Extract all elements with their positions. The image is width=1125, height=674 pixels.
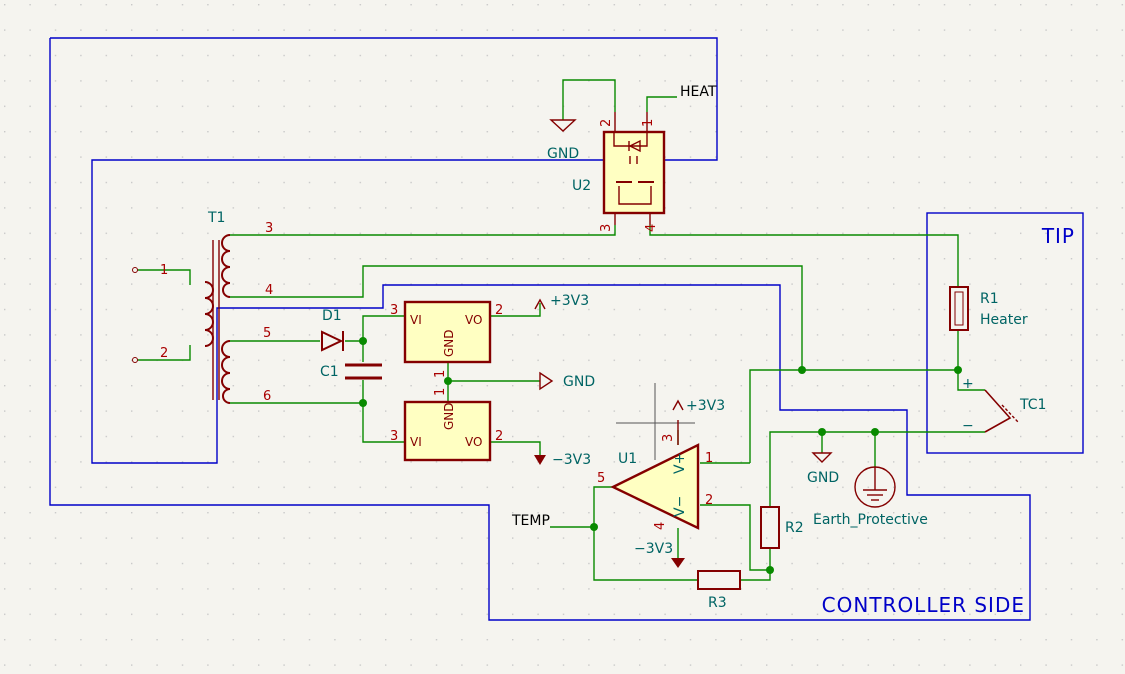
net-label-heat: HEAT <box>680 84 717 100</box>
u2-pin-4: 4 <box>644 224 659 232</box>
r1-value: Heater <box>980 312 1028 328</box>
gnd-label: GND <box>442 402 456 430</box>
u1-pin-3: 3 <box>661 434 676 442</box>
r2-ref: R2 <box>785 520 804 536</box>
c1-ref: C1 <box>320 364 339 380</box>
vi-label: VI <box>410 313 422 327</box>
net-label-temp: TEMP <box>511 513 550 529</box>
pin-vo: 2 <box>495 429 503 444</box>
r1-ref: R1 <box>980 291 999 307</box>
power-minus-3v3-u1: −3V3 <box>634 541 673 557</box>
u1-pin-5: 5 <box>597 471 605 486</box>
schematic-canvas[interactable]: TIP CONTROLLER SIDE T1 1 2 3 4 5 6 D1 C1… <box>0 0 1125 674</box>
gnd-label: GND <box>442 329 456 357</box>
power-label: Earth_Protective <box>813 512 928 528</box>
tc1-plus: + <box>962 376 974 392</box>
u1-pin-2: 2 <box>705 493 713 508</box>
u2-pin-3: 3 <box>599 224 614 232</box>
u1-ref: U1 <box>618 451 637 467</box>
pin-gnd: 1 <box>433 370 448 378</box>
pin-vo: 2 <box>495 303 503 318</box>
power-label: +3V3 <box>550 293 589 309</box>
power-label: −3V3 <box>552 452 591 468</box>
power-label: GND <box>547 146 579 162</box>
tc1-ref: TC1 <box>1019 397 1046 413</box>
u2-pin-1: 1 <box>641 119 656 127</box>
u1-pin-4: 4 <box>653 522 668 530</box>
t1-pin-2: 2 <box>160 346 168 361</box>
vo-label: VO <box>465 435 482 449</box>
t1-pin-6: 6 <box>263 389 271 404</box>
pin-gnd: 1 <box>433 388 448 396</box>
vplus-label: V+ <box>672 453 688 474</box>
pin-vi: 3 <box>390 303 398 318</box>
controller-side-label: CONTROLLER SIDE <box>822 593 1025 617</box>
u2-pin-2: 2 <box>599 119 614 127</box>
power-label: GND <box>807 470 839 486</box>
power-label: GND <box>563 374 595 390</box>
vo-label: VO <box>465 313 482 327</box>
t1-pin-5: 5 <box>263 326 271 341</box>
d1-ref: D1 <box>322 308 342 324</box>
r3-ref: R3 <box>708 595 727 611</box>
u2-ref: U2 <box>572 178 591 194</box>
t1-pin-4: 4 <box>265 283 273 298</box>
vi-label: VI <box>410 435 422 449</box>
t1-pin-3: 3 <box>265 221 273 236</box>
u1-pin-1: 1 <box>705 451 713 466</box>
pin-vi: 3 <box>390 429 398 444</box>
tip-area-label: TIP <box>1041 224 1075 248</box>
t1-ref: T1 <box>207 210 225 226</box>
vminus-label: V− <box>672 496 688 517</box>
power-plus-3v3-u1: +3V3 <box>686 398 725 414</box>
tc1-minus: − <box>962 418 974 434</box>
t1-pin-1: 1 <box>160 263 168 278</box>
